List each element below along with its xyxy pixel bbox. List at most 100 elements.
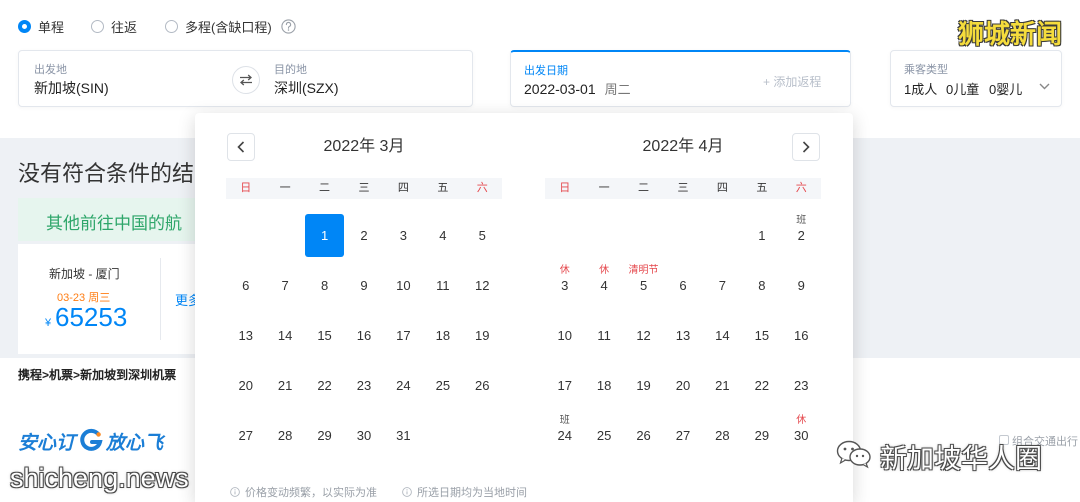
calendar-day[interactable]: 15 <box>305 311 344 361</box>
calendar-day[interactable]: 26 <box>463 361 502 411</box>
day-box: 6 <box>226 264 265 307</box>
calendar-day[interactable]: 6 <box>663 261 702 311</box>
arrival-city-field[interactable]: 目的地 深圳(SZX) <box>269 51 474 106</box>
calendar-day[interactable]: 24 <box>384 361 423 411</box>
question-circle-icon[interactable] <box>281 19 296 34</box>
calendar-day[interactable]: 22 <box>742 361 781 411</box>
checkbox-icon[interactable] <box>999 435 1009 445</box>
calendar-day[interactable]: 22 <box>305 361 344 411</box>
calendar-day[interactable]: 14 <box>265 311 304 361</box>
calendar-day[interactable]: 21 <box>703 361 742 411</box>
calendar-day[interactable]: 25 <box>423 361 462 411</box>
calendar-day[interactable]: 8 <box>305 261 344 311</box>
calendar-day[interactable]: 28 <box>703 411 742 461</box>
calendar-day[interactable]: 10 <box>545 311 584 361</box>
calendar-day[interactable]: 30 <box>344 411 383 461</box>
calendar-day[interactable]: 3休 <box>545 261 584 311</box>
day-number: 20 <box>675 377 691 393</box>
calendar-day[interactable]: 31 <box>384 411 423 461</box>
calendar-day[interactable]: 23 <box>782 361 821 411</box>
calendar-day[interactable]: 21 <box>265 361 304 411</box>
calendar-day[interactable]: 7 <box>703 261 742 311</box>
day-box: 12 <box>463 264 502 307</box>
calendar-day[interactable]: 16 <box>344 311 383 361</box>
calendar-day[interactable]: 4 <box>423 211 462 261</box>
calendar-day[interactable]: 11 <box>584 311 623 361</box>
calendar-day[interactable]: 18 <box>423 311 462 361</box>
month-title: 2022年 4月 <box>642 138 724 155</box>
calendar-day[interactable]: 20 <box>663 361 702 411</box>
calendar-day[interactable]: 9 <box>344 261 383 311</box>
calendar-day[interactable]: 24 班 <box>545 411 584 461</box>
breadcrumb-item-ctrip[interactable]: 携程 <box>18 368 42 382</box>
combined-transport-option[interactable]: 组合交通出行 <box>1012 433 1078 449</box>
calendar-day[interactable]: 9 <box>782 261 821 311</box>
chevron-down-icon[interactable] <box>1039 83 1050 90</box>
day-number: 31 <box>396 427 411 443</box>
day-box: 17 <box>545 364 584 407</box>
trip-type-round-trip[interactable]: 往返 <box>91 18 137 35</box>
departure-date-field[interactable]: 出发日期 2022-03-01 周二 + 添加返程 <box>510 50 851 107</box>
day-number: 22 <box>317 377 332 393</box>
calendar-day[interactable]: 13 <box>226 311 265 361</box>
calendar-day[interactable]: 17 <box>384 311 423 361</box>
weekday-label: 三 <box>677 182 689 194</box>
calendar-day[interactable]: 13 <box>663 311 702 361</box>
day-number: 7 <box>281 277 289 293</box>
calendar-day[interactable]: 12 <box>624 311 663 361</box>
trip-type-one-way[interactable]: 单程 <box>18 18 64 35</box>
calendar-day[interactable]: 27 <box>226 411 265 461</box>
calendar-day-selected[interactable]: 1 <box>304 211 345 261</box>
swap-arrows-icon <box>240 74 252 86</box>
calendar-day[interactable]: 8 <box>742 261 781 311</box>
calendar-day[interactable]: 29 <box>305 411 344 461</box>
holiday-tag: 休 <box>599 265 610 276</box>
calendar-day[interactable]: 26 <box>624 411 663 461</box>
calendar-day[interactable]: 11 <box>423 261 462 311</box>
calendar-day[interactable]: 20 <box>226 361 265 411</box>
calendar-day[interactable]: 6 <box>226 261 265 311</box>
weekday-header: 日一二三四五六 <box>226 178 502 199</box>
calendar-day[interactable]: 27 <box>663 411 702 461</box>
day-box: 13 <box>226 314 265 357</box>
calendar-day[interactable]: 29 <box>742 411 781 461</box>
departure-date-display: 2022-03-01 周二 <box>524 79 631 98</box>
trip-type-multi-city[interactable]: 多程(含缺口程) <box>165 18 272 35</box>
add-return-button[interactable]: + 添加返程 <box>763 73 821 90</box>
day-box: 6 <box>663 264 702 307</box>
trip-type-label: 多程(含缺口程) <box>185 19 272 35</box>
day-box: 17 <box>384 314 423 357</box>
calendar-day[interactable]: 5 <box>463 211 502 261</box>
day-box: 3 <box>384 214 423 257</box>
calendar-day[interactable]: 15 <box>742 311 781 361</box>
calendar-day[interactable]: 7 <box>265 261 304 311</box>
day-box: 21 <box>703 364 742 407</box>
swap-cities-button[interactable] <box>232 66 260 94</box>
calendar-day[interactable]: 16 <box>782 311 821 361</box>
departure-city-field[interactable]: 出发地 新加坡(SIN) <box>19 51 224 106</box>
calendar-day[interactable]: 28 <box>265 411 304 461</box>
calendar-day[interactable]: 3 <box>384 211 423 261</box>
calendar-day[interactable]: 17 <box>545 361 584 411</box>
infant-count: 0婴儿 <box>989 82 1023 97</box>
calendar-day[interactable]: 25 <box>584 411 623 461</box>
calendar-day[interactable]: 18 <box>584 361 623 411</box>
calendar-day[interactable]: 14 <box>703 311 742 361</box>
day-box: 3休 <box>545 264 584 307</box>
calendar-day[interactable]: 19 <box>624 361 663 411</box>
calendar-day[interactable]: 2班 <box>782 211 821 261</box>
calendar-day[interactable]: 19 <box>463 311 502 361</box>
info-circle-icon <box>402 487 412 497</box>
calendar-day[interactable]: 23 <box>344 361 383 411</box>
weekday-label: 四 <box>397 182 409 194</box>
calendar-day[interactable]: 5 清明节 <box>624 261 663 311</box>
calendar-day[interactable]: 30 休 <box>782 411 821 461</box>
breadcrumb-item-flights[interactable]: 机票 <box>49 368 73 382</box>
calendar-day[interactable]: 10 <box>384 261 423 311</box>
day-box: 11 <box>423 264 462 307</box>
calendar-day[interactable]: 4休 <box>584 261 623 311</box>
passenger-type-field[interactable]: 乘客类型 1成人 0儿童 0婴儿 <box>890 50 1062 107</box>
calendar-day[interactable]: 12 <box>463 261 502 311</box>
calendar-day[interactable]: 2 <box>344 211 383 261</box>
calendar-day[interactable]: 1 <box>742 211 781 261</box>
